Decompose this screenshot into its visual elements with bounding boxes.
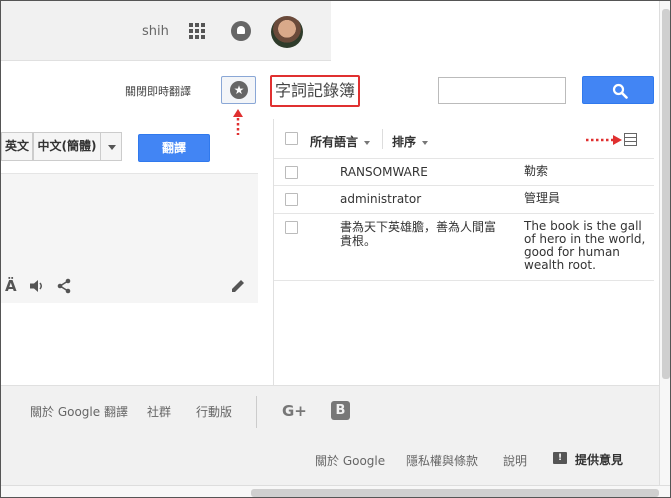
vertical-scrollbar[interactable] — [659, 1, 670, 485]
mobile-link[interactable]: 行動版 — [196, 403, 232, 420]
search-button[interactable] — [582, 76, 654, 104]
select-all-checkbox[interactable] — [285, 132, 298, 145]
table-row: 書為天下英雄膽，善為人間富貴根。 The book is the gall of… — [274, 214, 654, 281]
all-languages-filter[interactable]: 所有語言 — [310, 133, 371, 150]
divider — [256, 396, 257, 428]
divider — [382, 129, 383, 149]
blogger-icon[interactable]: B — [331, 401, 350, 420]
phrasebook-star-button[interactable]: ★ — [221, 76, 256, 104]
row-checkbox[interactable] — [285, 166, 298, 179]
google-plus-icon[interactable]: G+ — [282, 402, 307, 420]
avatar[interactable] — [271, 16, 303, 48]
app-window: shih 關閉即時翻譯 ★ 字詞記錄簿 英文 中文(簡體) 翻譯 Ä 所有語言 … — [0, 0, 671, 498]
top-bar: shih — [1, 1, 331, 61]
translate-button[interactable]: 翻譯 — [138, 134, 210, 162]
row-source: 書為天下英雄膽，善為人間富貴根。 — [340, 220, 497, 248]
sort-dropdown[interactable]: 排序 — [392, 133, 429, 150]
row-source: RANSOMWARE — [340, 165, 428, 179]
about-translate-link[interactable]: 關於 Google 翻譯 — [30, 403, 128, 420]
instant-translate-off-link[interactable]: 關閉即時翻譯 — [125, 83, 191, 99]
phrasebook-panel: 所有語言 排序 RANSOMWARE 勒索 administrator 管理員 … — [273, 119, 654, 385]
row-source: administrator — [340, 192, 422, 206]
horizontal-scroll-thumb[interactable] — [251, 489, 659, 497]
phrasebook-header: 所有語言 排序 — [274, 119, 654, 159]
row-translation: The book is the gall of hero in the worl… — [524, 219, 646, 272]
notifications-bell-icon[interactable] — [231, 21, 251, 41]
about-google-link[interactable]: 關於 Google — [315, 452, 385, 469]
spreadsheet-export-icon[interactable] — [624, 133, 637, 146]
horizontal-scrollbar[interactable] — [1, 485, 670, 497]
language-dropdown-button[interactable] — [100, 132, 122, 161]
footer: 關於 Google 翻譯 社群 行動版 G+ B 關於 Google 隱私權與條… — [1, 385, 659, 485]
chevron-down-icon — [364, 140, 371, 145]
apps-grid-icon[interactable] — [189, 23, 205, 39]
table-row: RANSOMWARE 勒索 — [274, 159, 654, 186]
username[interactable]: shih — [142, 24, 169, 39]
row-translation: 管理員 — [524, 191, 561, 205]
all-languages-label: 所有語言 — [310, 135, 359, 149]
lang-chinese-simplified-button[interactable]: 中文(簡體) — [33, 132, 101, 161]
search-icon — [612, 83, 628, 99]
sort-label: 排序 — [392, 135, 417, 149]
star-icon: ★ — [230, 81, 248, 99]
feedback-link[interactable]: 提供意見 — [575, 451, 623, 468]
table-row: administrator 管理員 — [274, 186, 654, 214]
privacy-terms-link[interactable]: 隱私權與條款 — [406, 452, 478, 469]
red-arrow-right-icon — [586, 135, 622, 145]
row-checkbox[interactable] — [285, 193, 298, 206]
vertical-scroll-thumb[interactable] — [662, 9, 670, 379]
lang-english-button[interactable]: 英文 — [1, 132, 33, 161]
phrasebook-search-input[interactable] — [438, 77, 566, 104]
top-bar-blank — [331, 1, 670, 61]
font-tool-icon[interactable]: Ä — [5, 277, 17, 295]
pencil-edit-icon[interactable] — [231, 278, 246, 293]
share-icon[interactable] — [56, 278, 72, 294]
chevron-down-icon — [422, 140, 429, 145]
red-arrow-up-icon — [233, 109, 243, 135]
row-checkbox[interactable] — [285, 221, 298, 234]
community-link[interactable]: 社群 — [147, 403, 171, 420]
phrasebook-title: 字詞記錄簿 — [270, 75, 360, 107]
feedback-icon[interactable]: ! — [553, 452, 567, 464]
row-translation: 勒索 — [524, 164, 549, 178]
speaker-icon[interactable] — [29, 279, 45, 293]
help-link[interactable]: 說明 — [503, 452, 527, 469]
